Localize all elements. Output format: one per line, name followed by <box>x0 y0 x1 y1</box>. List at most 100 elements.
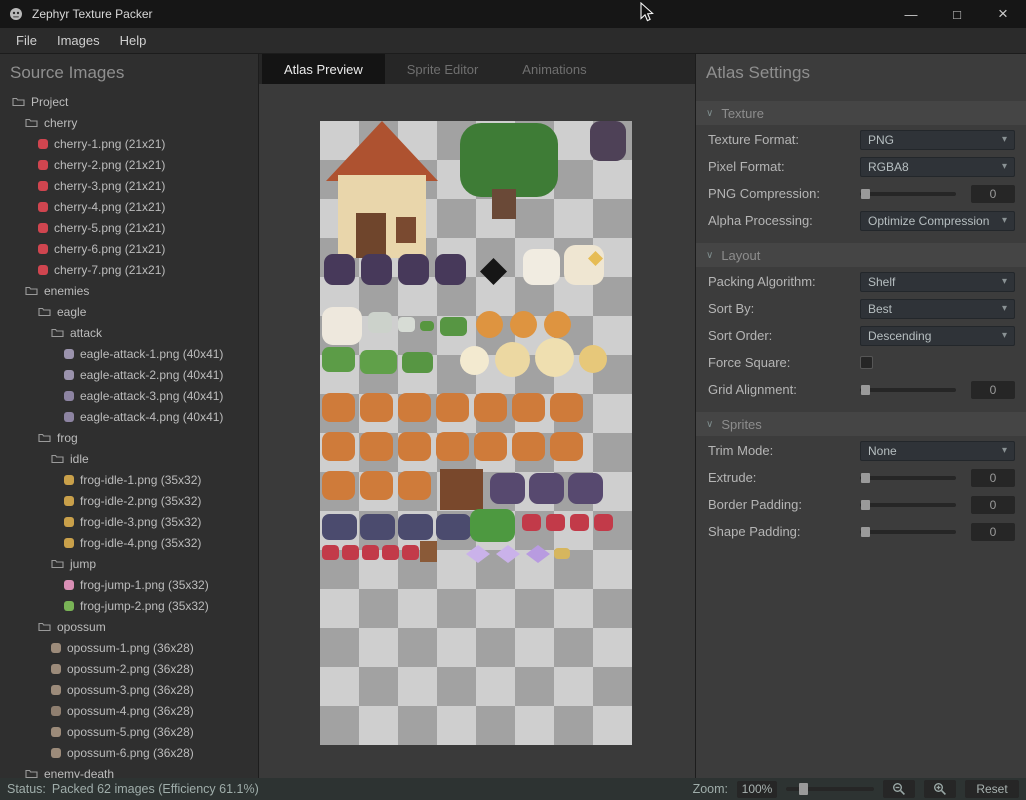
shape-padding-value-field[interactable]: 0 <box>971 522 1015 541</box>
tree-item-frog-idle-2-png-35x32[interactable]: frog-idle-2.png (35x32) <box>0 490 258 511</box>
tree-folder-jump[interactable]: jump <box>0 553 258 574</box>
close-button[interactable]: × <box>980 0 1026 28</box>
tree-folder-project[interactable]: Project <box>0 91 258 112</box>
zoom-value-field[interactable]: 100% <box>737 780 777 798</box>
sprite-thumbnail-icon <box>38 201 48 212</box>
grid-alignment-slider[interactable] <box>860 384 956 395</box>
tree-item-opossum-1-png-36x28[interactable]: opossum-1.png (36x28) <box>0 637 258 658</box>
tree-item-label: cherry-4.png (21x21) <box>54 199 166 214</box>
reset-zoom-button[interactable]: Reset <box>965 780 1019 798</box>
atlas-sprite <box>402 352 433 373</box>
section-header-layout[interactable]: ∨ Layout <box>696 243 1026 267</box>
packing-algorithm-dropdown[interactable]: Shelf ▾ <box>860 271 1015 292</box>
folder-icon <box>25 768 38 778</box>
tree-item-frog-idle-4-png-35x32[interactable]: frog-idle-4.png (35x32) <box>0 532 258 553</box>
maximize-button[interactable]: □ <box>934 0 980 28</box>
tree-item-opossum-6-png-36x28[interactable]: opossum-6.png (36x28) <box>0 742 258 763</box>
tree-item-cherry-2-png-21x21[interactable]: cherry-2.png (21x21) <box>0 154 258 175</box>
sort-by-dropdown[interactable]: Best ▾ <box>860 298 1015 319</box>
grid-alignment-value-field[interactable]: 0 <box>971 380 1015 399</box>
slider-thumb[interactable] <box>861 188 870 199</box>
tabbar: Atlas Preview Sprite Editor Animations <box>259 54 695 84</box>
slider-thumb[interactable] <box>861 384 870 395</box>
zoom-slider[interactable] <box>786 783 874 795</box>
tab-sprite-editor[interactable]: Sprite Editor <box>385 54 501 84</box>
alpha-processing-dropdown[interactable]: Optimize Compression ▾ <box>860 210 1015 231</box>
tree-item-frog-idle-1-png-35x32[interactable]: frog-idle-1.png (35x32) <box>0 469 258 490</box>
atlas-sprite <box>568 473 603 504</box>
tree-folder-idle[interactable]: idle <box>0 448 258 469</box>
tree-folder-enemies[interactable]: enemies <box>0 280 258 301</box>
tree-folder-eagle[interactable]: eagle <box>0 301 258 322</box>
atlas-sprite <box>510 311 537 338</box>
tree-item-cherry-4-png-21x21[interactable]: cherry-4.png (21x21) <box>0 196 258 217</box>
atlas-sprite <box>490 473 525 504</box>
tree-item-eagle-attack-2-png-40x41[interactable]: eagle-attack-2.png (40x41) <box>0 364 258 385</box>
tree-item-frog-jump-1-png-35x32[interactable]: frog-jump-1.png (35x32) <box>0 574 258 595</box>
menu-file[interactable]: File <box>6 30 47 51</box>
tree-folder-frog[interactable]: frog <box>0 427 258 448</box>
tree-item-eagle-attack-4-png-40x41[interactable]: eagle-attack-4.png (40x41) <box>0 406 258 427</box>
sprite-thumbnail-icon <box>64 537 74 548</box>
tree-item-cherry-1-png-21x21[interactable]: cherry-1.png (21x21) <box>0 133 258 154</box>
tab-atlas-preview[interactable]: Atlas Preview <box>262 54 385 84</box>
slider-thumb[interactable] <box>861 499 870 510</box>
zoom-out-button[interactable] <box>883 780 915 798</box>
tree-item-label: cherry <box>44 115 78 130</box>
tree-item-label: opossum <box>57 619 106 634</box>
tree-item-frog-jump-2-png-35x32[interactable]: frog-jump-2.png (35x32) <box>0 595 258 616</box>
texture-format-dropdown[interactable]: PNG ▾ <box>860 129 1015 150</box>
force-square-checkbox[interactable] <box>860 356 873 369</box>
extrude-slider[interactable] <box>860 472 956 483</box>
atlas-canvas[interactable] <box>259 84 695 778</box>
tree-folder-attack[interactable]: attack <box>0 322 258 343</box>
slider-thumb[interactable] <box>861 526 870 537</box>
section-title: Layout <box>721 247 761 263</box>
setting-label: Sort By: <box>708 301 755 316</box>
tree-item-label: Project <box>31 94 69 109</box>
pixel-format-dropdown[interactable]: RGBA8 ▾ <box>860 156 1015 177</box>
tree-item-cherry-3-png-21x21[interactable]: cherry-3.png (21x21) <box>0 175 258 196</box>
tree-item-cherry-5-png-21x21[interactable]: cherry-5.png (21x21) <box>0 217 258 238</box>
section-header-texture[interactable]: ∨ Texture <box>696 101 1026 125</box>
zoom-slider-thumb[interactable] <box>799 783 808 795</box>
sprite-thumbnail-icon <box>38 180 48 191</box>
zoom-in-button[interactable] <box>924 780 956 798</box>
tree-item-cherry-7-png-21x21[interactable]: cherry-7.png (21x21) <box>0 259 258 280</box>
tree-item-cherry-6-png-21x21[interactable]: cherry-6.png (21x21) <box>0 238 258 259</box>
sort-order-dropdown[interactable]: Descending ▾ <box>860 325 1015 346</box>
trim-mode-dropdown[interactable]: None ▾ <box>860 440 1015 461</box>
tree-item-opossum-4-png-36x28[interactable]: opossum-4.png (36x28) <box>0 700 258 721</box>
png-compression-value-field[interactable]: 0 <box>971 184 1015 203</box>
chevron-down-icon: ∨ <box>706 418 714 430</box>
border-padding-slider[interactable] <box>860 499 956 510</box>
section-header-sprites[interactable]: ∨ Sprites <box>696 412 1026 436</box>
atlas-sprite <box>398 317 415 332</box>
tree-item-opossum-5-png-36x28[interactable]: opossum-5.png (36x28) <box>0 721 258 742</box>
tree-item-opossum-2-png-36x28[interactable]: opossum-2.png (36x28) <box>0 658 258 679</box>
tree-folder-opossum[interactable]: opossum <box>0 616 258 637</box>
tree-folder-cherry[interactable]: cherry <box>0 112 258 133</box>
atlas-sprite <box>474 432 507 461</box>
shape-padding-slider[interactable] <box>860 526 956 537</box>
atlas-sprite <box>398 514 433 540</box>
center-panel: Atlas Preview Sprite Editor Animations <box>259 54 695 778</box>
minimize-button[interactable]: — <box>888 0 934 28</box>
tree-folder-enemy-death[interactable]: enemy-death <box>0 763 258 778</box>
tree-item-label: frog-idle-2.png (35x32) <box>80 493 202 508</box>
extrude-value-field[interactable]: 0 <box>971 468 1015 487</box>
tree-item-frog-idle-3-png-35x32[interactable]: frog-idle-3.png (35x32) <box>0 511 258 532</box>
atlas-sprite <box>526 545 550 563</box>
tree-item-eagle-attack-1-png-40x41[interactable]: eagle-attack-1.png (40x41) <box>0 343 258 364</box>
tree-item-opossum-3-png-36x28[interactable]: opossum-3.png (36x28) <box>0 679 258 700</box>
menu-help[interactable]: Help <box>110 30 157 51</box>
tree-item-eagle-attack-3-png-40x41[interactable]: eagle-attack-3.png (40x41) <box>0 385 258 406</box>
menu-images[interactable]: Images <box>47 30 110 51</box>
atlas-preview[interactable] <box>320 121 632 745</box>
titlebar: Zephyr Texture Packer — □ × <box>0 0 1026 28</box>
slider-thumb[interactable] <box>861 472 870 483</box>
border-padding-value-field[interactable]: 0 <box>971 495 1015 514</box>
png-compression-slider[interactable] <box>860 188 956 199</box>
tab-animations[interactable]: Animations <box>500 54 608 84</box>
chevron-down-icon: ∨ <box>706 249 714 261</box>
